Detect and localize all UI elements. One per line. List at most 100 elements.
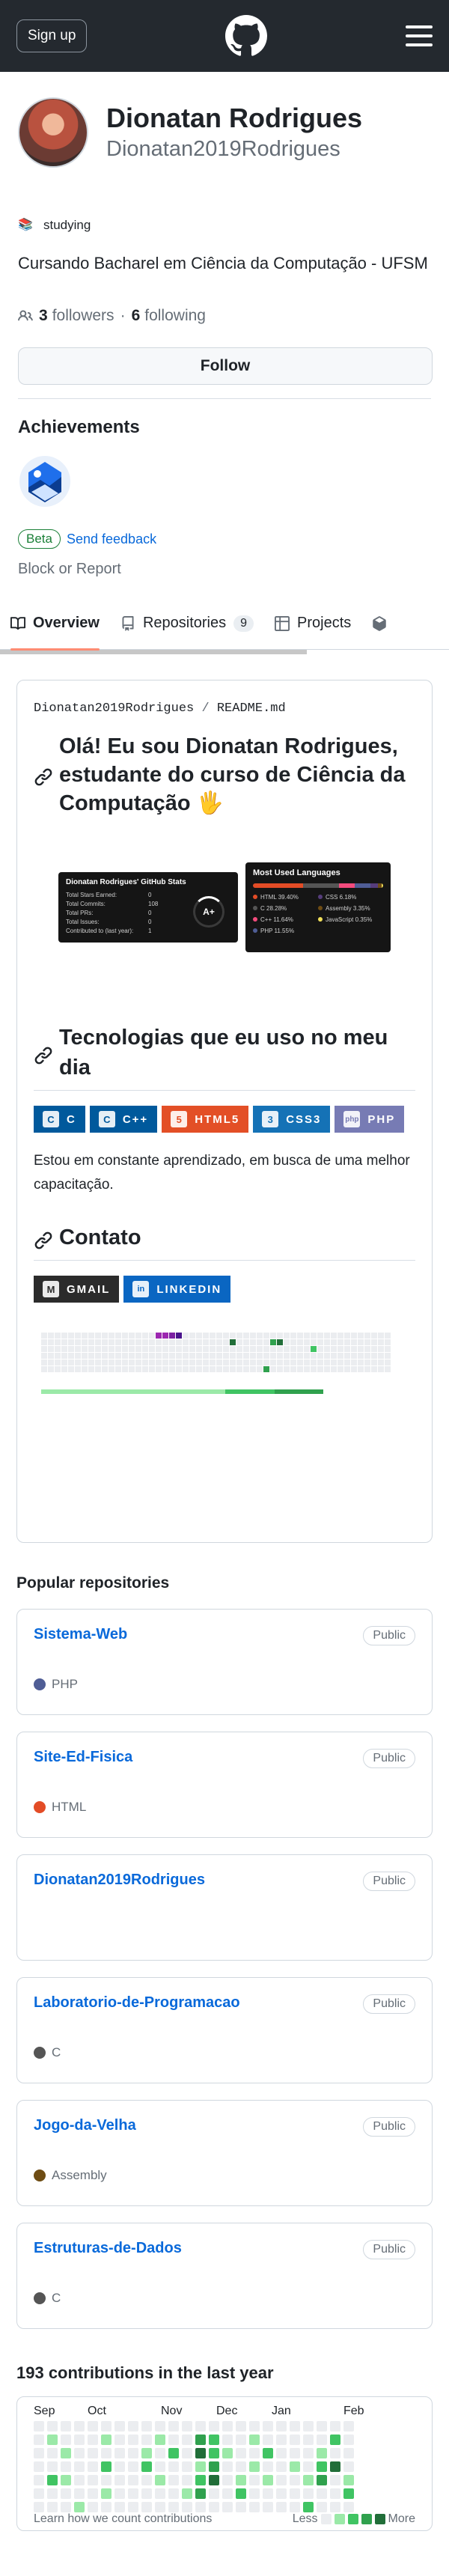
contribution-day[interactable]	[182, 2448, 192, 2458]
contribution-day[interactable]	[88, 2502, 98, 2512]
contribution-day[interactable]	[128, 2448, 138, 2458]
contribution-day[interactable]	[222, 2435, 233, 2445]
contribution-day[interactable]	[34, 2502, 44, 2512]
contribution-day[interactable]	[209, 2421, 219, 2432]
contribution-day[interactable]	[101, 2435, 112, 2445]
contribution-day[interactable]	[343, 2435, 354, 2445]
repo-name-link[interactable]: Jogo-da-Velha	[34, 2117, 415, 2134]
contribution-day[interactable]	[276, 2475, 287, 2485]
contribution-day[interactable]	[155, 2502, 165, 2512]
contribution-day[interactable]	[263, 2448, 273, 2458]
contribution-day[interactable]	[263, 2502, 273, 2512]
contribution-day[interactable]	[343, 2488, 354, 2499]
contribution-day[interactable]	[128, 2475, 138, 2485]
contribution-day[interactable]	[195, 2502, 206, 2512]
contribution-day[interactable]	[128, 2435, 138, 2445]
block-or-report-link[interactable]: Block or Report	[18, 561, 431, 578]
contribution-day[interactable]	[182, 2488, 192, 2499]
follow-button[interactable]: Follow	[18, 347, 433, 385]
contribution-day[interactable]	[222, 2475, 233, 2485]
tab-overview[interactable]: Overview	[0, 597, 110, 651]
contribution-day[interactable]	[141, 2448, 152, 2458]
achievement-badge-icon[interactable]	[18, 454, 72, 508]
contribution-day[interactable]	[317, 2475, 327, 2485]
followers-link[interactable]: 3 followers	[39, 307, 114, 325]
contribution-day[interactable]	[155, 2435, 165, 2445]
contribution-day[interactable]	[61, 2461, 71, 2472]
gmail-badge[interactable]: M GMAIL	[34, 1276, 120, 1303]
readme-path-file[interactable]: README.md	[217, 701, 286, 716]
contribution-day[interactable]	[236, 2502, 246, 2512]
learn-contributions-link[interactable]: Learn how we count contributions	[34, 2512, 212, 2526]
tab-projects[interactable]: Projects	[264, 597, 361, 650]
contribution-day[interactable]	[34, 2475, 44, 2485]
hamburger-menu-icon[interactable]	[405, 25, 433, 46]
contribution-day[interactable]	[88, 2488, 98, 2499]
contribution-day[interactable]	[168, 2461, 179, 2472]
contribution-day[interactable]	[236, 2421, 246, 2432]
contribution-day[interactable]	[263, 2421, 273, 2432]
contribution-day[interactable]	[290, 2421, 300, 2432]
contribution-day[interactable]	[101, 2502, 112, 2512]
contribution-day[interactable]	[168, 2502, 179, 2512]
contribution-day[interactable]	[182, 2421, 192, 2432]
contribution-day[interactable]	[168, 2448, 179, 2458]
repo-name-link[interactable]: Dionatan2019Rodrigues	[34, 1872, 415, 1889]
avatar[interactable]	[18, 97, 88, 168]
contribution-day[interactable]	[303, 2475, 314, 2485]
contribution-day[interactable]	[74, 2421, 85, 2432]
contribution-day[interactable]	[249, 2475, 260, 2485]
contribution-day[interactable]	[343, 2475, 354, 2485]
contribution-day[interactable]	[209, 2461, 219, 2472]
contribution-day[interactable]	[141, 2475, 152, 2485]
contribution-day[interactable]	[155, 2448, 165, 2458]
contribution-day[interactable]	[249, 2488, 260, 2499]
contribution-day[interactable]	[249, 2448, 260, 2458]
sign-up-button[interactable]: Sign up	[16, 19, 88, 52]
contribution-day[interactable]	[155, 2461, 165, 2472]
contribution-day[interactable]	[74, 2502, 85, 2512]
contribution-day[interactable]	[155, 2488, 165, 2499]
contribution-day[interactable]	[61, 2488, 71, 2499]
contribution-day[interactable]	[209, 2502, 219, 2512]
contribution-day[interactable]	[303, 2421, 314, 2432]
contribution-day[interactable]	[209, 2435, 219, 2445]
contribution-day[interactable]	[263, 2461, 273, 2472]
contribution-day[interactable]	[141, 2435, 152, 2445]
contribution-day[interactable]	[303, 2435, 314, 2445]
contribution-day[interactable]	[114, 2461, 125, 2472]
contribution-day[interactable]	[195, 2488, 206, 2499]
contribution-day[interactable]	[61, 2421, 71, 2432]
contribution-day[interactable]	[114, 2475, 125, 2485]
contribution-day[interactable]	[74, 2435, 85, 2445]
repo-name-link[interactable]: Site-Ed-Fisica	[34, 1749, 415, 1766]
contribution-day[interactable]	[168, 2421, 179, 2432]
contribution-day[interactable]	[303, 2461, 314, 2472]
contribution-day[interactable]	[47, 2435, 58, 2445]
contribution-day[interactable]	[317, 2448, 327, 2458]
contribution-day[interactable]	[290, 2461, 300, 2472]
contribution-day[interactable]	[290, 2475, 300, 2485]
contribution-day[interactable]	[114, 2488, 125, 2499]
contribution-day[interactable]	[276, 2488, 287, 2499]
contribution-day[interactable]	[47, 2461, 58, 2472]
contribution-day[interactable]	[47, 2502, 58, 2512]
contribution-day[interactable]	[236, 2475, 246, 2485]
contribution-day[interactable]	[155, 2421, 165, 2432]
contribution-day[interactable]	[88, 2475, 98, 2485]
contribution-day[interactable]	[222, 2448, 233, 2458]
contribution-day[interactable]	[222, 2488, 233, 2499]
contribution-day[interactable]	[34, 2461, 44, 2472]
contribution-day[interactable]	[343, 2448, 354, 2458]
contribution-day[interactable]	[61, 2502, 71, 2512]
contribution-day[interactable]	[101, 2421, 112, 2432]
contribution-day[interactable]	[168, 2488, 179, 2499]
contribution-day[interactable]	[195, 2448, 206, 2458]
contribution-day[interactable]	[222, 2461, 233, 2472]
contribution-day[interactable]	[343, 2502, 354, 2512]
contribution-day[interactable]	[276, 2502, 287, 2512]
contribution-day[interactable]	[317, 2461, 327, 2472]
contribution-day[interactable]	[303, 2448, 314, 2458]
contribution-day[interactable]	[141, 2461, 152, 2472]
contribution-day[interactable]	[61, 2475, 71, 2485]
